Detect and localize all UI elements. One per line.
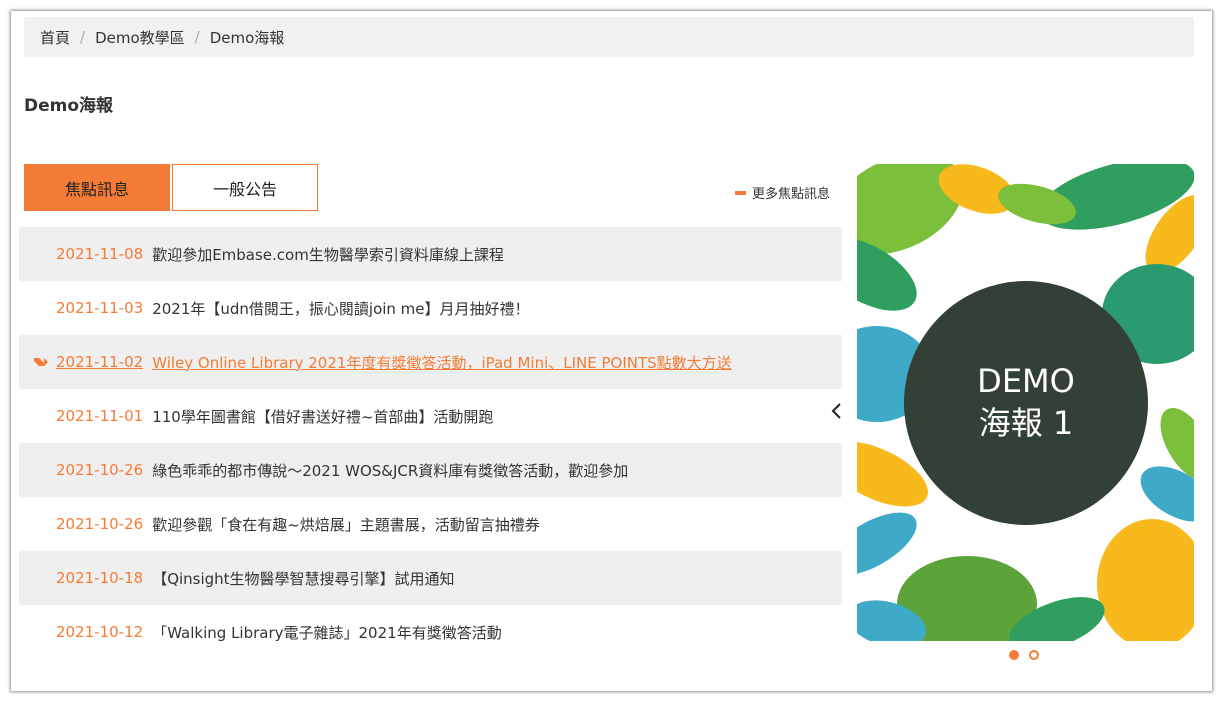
news-list: 2021-11-08 歡迎參加Embase.com生物醫學索引資料庫線上課程 2… (19, 227, 842, 659)
news-item[interactable]: 2021-11-01 110學年圖書館【借好書送好禮~首部曲】活動開跑 (19, 389, 842, 443)
news-item[interactable]: 2021-10-26 綠色乖乖的都市傳說～2021 WOS&JCR資料庫有獎徵答… (19, 443, 842, 497)
news-tabs: 焦點訊息 一般公告 (24, 164, 318, 211)
breadcrumb-demo-area[interactable]: Demo教學區 (95, 27, 185, 48)
more-focus-news-link[interactable]: 更多焦點訊息 (735, 183, 830, 202)
news-date: 2021-11-01 (56, 407, 144, 425)
poster-title-line2: 海報 1 (978, 404, 1074, 442)
news-item[interactable]: 2021-11-03 2021年【udn借閱王，振心閱讀join me】月月抽好… (19, 281, 842, 335)
poster-title-line1: DEMO (977, 362, 1075, 401)
news-date: 2021-11-03 (56, 299, 144, 317)
news-title[interactable]: 110學年圖書館【借好書送好禮~首部曲】活動開跑 (152, 406, 493, 427)
carousel-dot-1[interactable] (1009, 650, 1019, 660)
news-date: 2021-10-18 (56, 569, 144, 587)
carousel-pagination (1009, 650, 1049, 660)
news-title[interactable]: 【Qinsight生物醫學智慧搜尋引擎】試用通知 (152, 568, 454, 589)
more-link-label: 更多焦點訊息 (752, 187, 831, 202)
news-date: 2021-11-08 (56, 245, 144, 263)
news-item[interactable]: 2021-11-02 Wiley Online Library 2021年度有獎… (19, 335, 842, 389)
news-title[interactable]: 2021年【udn借閱王，振心閱讀join me】月月抽好禮！ (152, 298, 529, 319)
breadcrumb-separator: / (194, 28, 200, 46)
news-title[interactable]: 綠色乖乖的都市傳說～2021 WOS&JCR資料庫有獎徵答活動，歡迎參加 (152, 460, 628, 481)
news-date: 2021-10-26 (56, 515, 144, 533)
news-item[interactable]: 2021-10-26 歡迎參觀「食在有趣~烘焙展」主題書展，活動留言抽禮券 (19, 497, 842, 551)
breadcrumb-current[interactable]: Demo海報 (210, 27, 285, 48)
news-title[interactable]: Wiley Online Library 2021年度有獎徵答活動，iPad M… (152, 352, 732, 373)
chevron-left-icon[interactable] (826, 399, 846, 423)
poster-title-circle: DEMO 海報 1 (904, 281, 1148, 525)
dash-icon (735, 190, 746, 195)
tab-general-announcements[interactable]: 一般公告 (172, 164, 318, 211)
carousel-dot-2[interactable] (1029, 650, 1039, 660)
page-frame: 首頁 / Demo教學區 / Demo海報 Demo海報 焦點訊息 一般公告 更… (11, 11, 1212, 691)
news-date: 2021-10-12 (56, 623, 144, 641)
tab-focus-news[interactable]: 焦點訊息 (24, 164, 170, 211)
breadcrumb-home[interactable]: 首頁 (40, 27, 70, 48)
breadcrumb: 首頁 / Demo教學區 / Demo海報 (24, 17, 1194, 57)
news-item[interactable]: 2021-10-12 「Walking Library電子雜誌」2021年有獎徵… (19, 605, 842, 659)
poster-carousel-slide[interactable]: DEMO 海報 1 (857, 164, 1194, 641)
arrow-down-right-icon (34, 358, 48, 366)
news-date: 2021-11-02 (56, 353, 144, 371)
page-title: Demo海報 (24, 96, 114, 116)
news-title[interactable]: 歡迎參觀「食在有趣~烘焙展」主題書展，活動留言抽禮券 (152, 514, 540, 535)
news-title[interactable]: 「Walking Library電子雜誌」2021年有獎徵答活動 (152, 622, 502, 643)
news-date: 2021-10-26 (56, 461, 144, 479)
news-item[interactable]: 2021-10-18 【Qinsight生物醫學智慧搜尋引擎】試用通知 (19, 551, 842, 605)
news-title[interactable]: 歡迎參加Embase.com生物醫學索引資料庫線上課程 (152, 244, 504, 265)
breadcrumb-separator: / (80, 28, 86, 46)
news-item[interactable]: 2021-11-08 歡迎參加Embase.com生物醫學索引資料庫線上課程 (19, 227, 842, 281)
